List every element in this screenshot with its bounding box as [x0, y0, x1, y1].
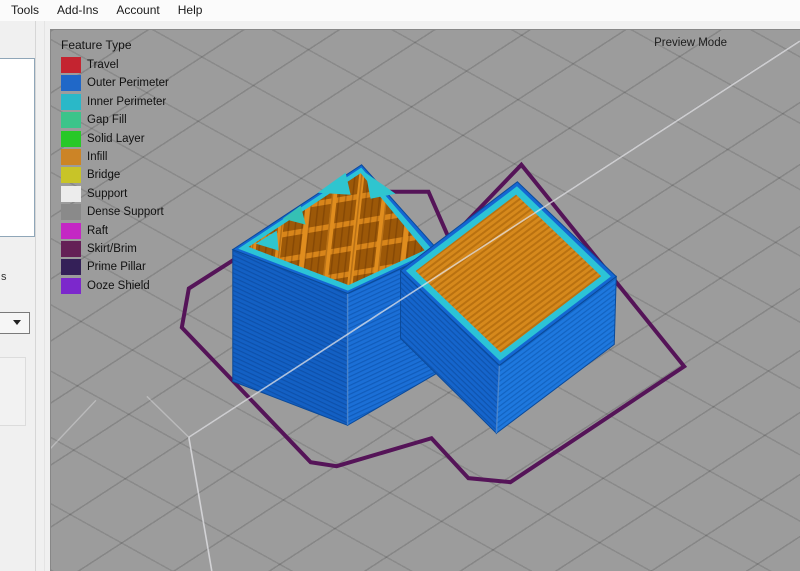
- legend-label: Skirt/Brim: [87, 243, 137, 255]
- legend-item-gap-fill: Gap Fill: [61, 112, 169, 128]
- legend-swatch: [61, 75, 81, 91]
- legend-swatch: [61, 57, 81, 73]
- sidebar-separator: [35, 21, 36, 571]
- legend-title: Feature Type: [61, 38, 169, 52]
- legend-label: Solid Layer: [87, 133, 145, 145]
- sidebar-separator-2: [44, 21, 45, 571]
- legend-swatch: [61, 223, 81, 239]
- legend-swatch: [61, 167, 81, 183]
- legend-item-travel: Travel: [61, 57, 169, 73]
- legend-swatch: [61, 278, 81, 294]
- legend-item-skirt-brim: Skirt/Brim: [61, 241, 169, 257]
- 3d-viewport[interactable]: Feature Type Travel Outer Perimeter Inner …: [50, 29, 800, 571]
- sidebar-groupbox: [0, 357, 26, 426]
- legend-label: Ooze Shield: [87, 280, 150, 292]
- legend-item-solid-layer: Solid Layer: [61, 131, 169, 147]
- legend-swatch: [61, 204, 81, 220]
- menu-item-account[interactable]: Account: [107, 0, 168, 21]
- chevron-down-icon: [13, 320, 21, 325]
- legend-label: Infill: [87, 151, 107, 163]
- legend-label: Prime Pillar: [87, 261, 146, 273]
- legend-label: Inner Perimeter: [87, 96, 166, 108]
- legend-swatch: [61, 186, 81, 202]
- legend-item-dense-support: Dense Support: [61, 204, 169, 220]
- legend-item-support: Support: [61, 186, 169, 202]
- legend-swatch: [61, 149, 81, 165]
- legend-swatch: [61, 241, 81, 257]
- legend-label: Dense Support: [87, 206, 164, 218]
- legend-item-infill: Infill: [61, 149, 169, 165]
- sidebar-truncated-label: s: [1, 271, 7, 283]
- legend-item-outer-perimeter: Outer Perimeter: [61, 75, 169, 91]
- legend-label: Outer Perimeter: [87, 77, 169, 89]
- legend-swatch: [61, 112, 81, 128]
- feature-type-legend-items: Travel Outer Perimeter Inner Perimeter Gap …: [61, 57, 169, 294]
- feature-type-legend: Feature Type Travel Outer Perimeter Inner …: [61, 38, 169, 294]
- legend-item-prime-pillar: Prime Pillar: [61, 259, 169, 275]
- menu-item-addins[interactable]: Add-Ins: [48, 0, 107, 21]
- legend-label: Travel: [87, 59, 119, 71]
- legend-label: Raft: [87, 225, 108, 237]
- legend-item-ooze-shield: Ooze Shield: [61, 278, 169, 294]
- legend-label: Gap Fill: [87, 114, 127, 126]
- menu-bar: ToolsAdd-InsAccountHelp: [0, 0, 800, 21]
- legend-swatch: [61, 131, 81, 147]
- legend-swatch: [61, 94, 81, 110]
- menu-item-tools[interactable]: Tools: [2, 0, 48, 21]
- legend-label: Support: [87, 188, 127, 200]
- legend-swatch: [61, 259, 81, 275]
- sidebar-dropdown[interactable]: [0, 312, 30, 334]
- legend-label: Bridge: [87, 169, 120, 181]
- left-panel: s: [0, 21, 50, 571]
- model-right-cube[interactable]: [401, 182, 617, 434]
- legend-item-inner-perimeter: Inner Perimeter: [61, 94, 169, 110]
- menu-item-help[interactable]: Help: [169, 0, 212, 21]
- sidebar-listbox[interactable]: [0, 58, 35, 237]
- preview-mode-label: Preview Mode: [654, 37, 727, 49]
- legend-item-bridge: Bridge: [61, 167, 169, 183]
- legend-item-raft: Raft: [61, 223, 169, 239]
